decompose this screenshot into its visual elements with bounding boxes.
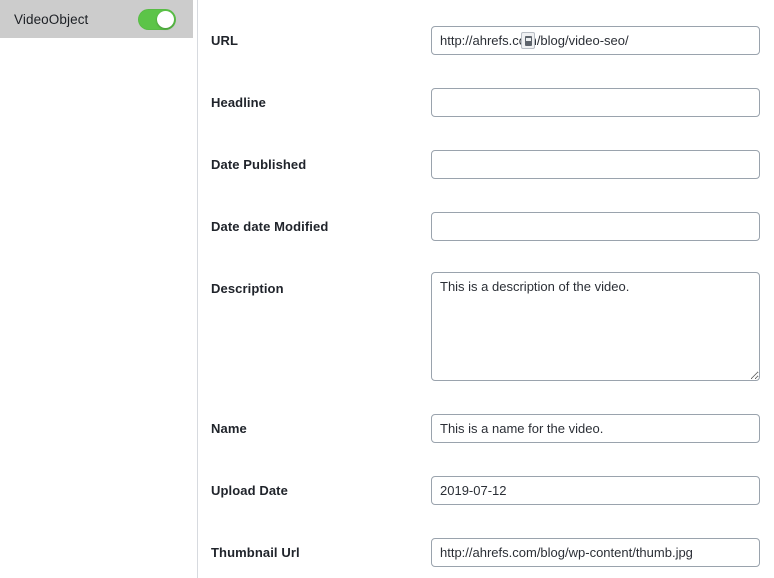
field-label-date-published: Date Published (211, 157, 307, 172)
clipboard-icon[interactable] (521, 32, 535, 49)
schema-type-row[interactable]: VideoObject (0, 0, 193, 38)
name-input[interactable] (431, 414, 760, 443)
url-input[interactable] (431, 26, 760, 55)
schema-fields-form: URL Headline Date Published Date date Modif… (199, 0, 774, 578)
schema-sidebar-panel: VideoObject (0, 0, 198, 578)
field-label-headline: Headline (211, 95, 266, 110)
date-published-input[interactable] (431, 150, 760, 179)
field-label-date-modified: Date date Modified (211, 219, 329, 234)
field-label-thumbnail-url: Thumbnail Url (211, 545, 300, 560)
schema-type-label: VideoObject (14, 11, 89, 27)
field-label-upload-date: Upload Date (211, 483, 288, 498)
field-label-url: URL (211, 33, 239, 48)
upload-date-input[interactable] (431, 476, 760, 505)
field-label-name: Name (211, 421, 247, 436)
videoobject-enabled-toggle[interactable] (138, 8, 176, 30)
toggle-knob (157, 10, 174, 28)
thumbnail-url-input[interactable] (431, 538, 760, 567)
date-modified-input[interactable] (431, 212, 760, 241)
headline-input[interactable] (431, 88, 760, 117)
description-input[interactable] (431, 272, 760, 381)
field-label-description: Description (211, 281, 284, 296)
clipboard-icon-glyph (524, 35, 532, 46)
